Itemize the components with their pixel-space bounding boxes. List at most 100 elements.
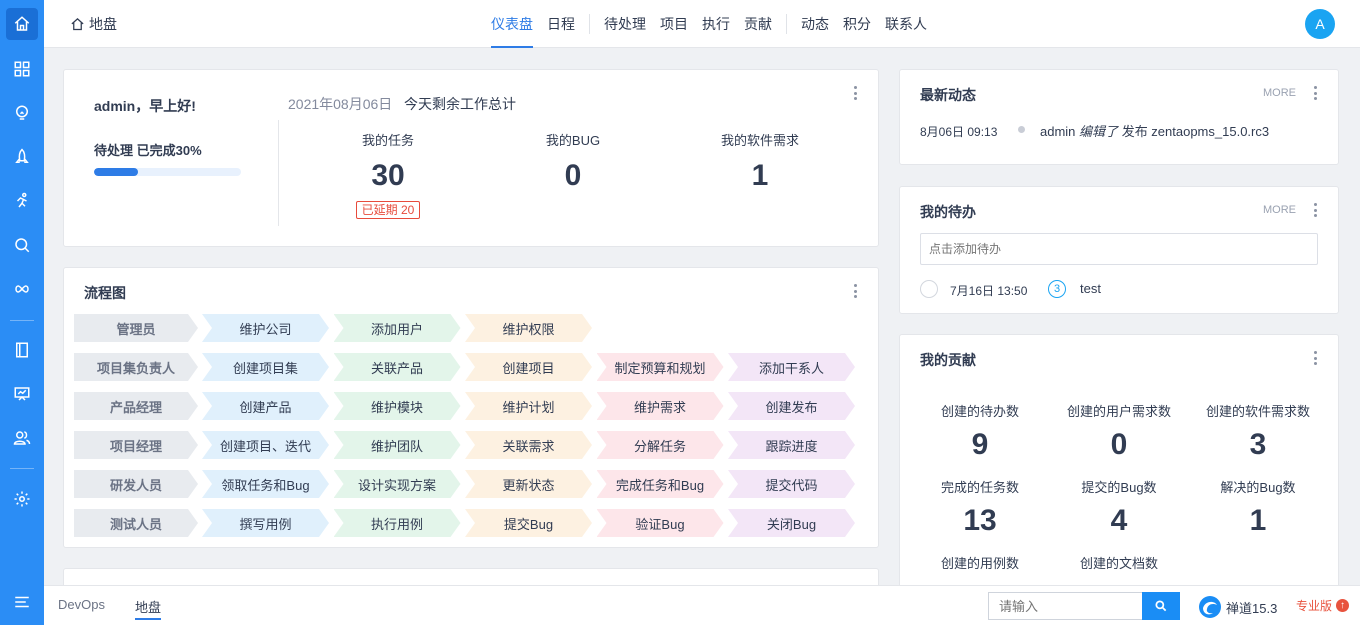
stat-my-stories[interactable]: 我的软件需求 1 — [690, 130, 830, 193]
contrib-docs: 创建的文档数 — [1049, 553, 1189, 572]
todo-panel: 我的待办 MORE 7月16日 13:50 3 test — [899, 186, 1339, 314]
tab-projects[interactable]: 项目 — [653, 0, 695, 48]
timeline-dot — [1018, 126, 1025, 133]
flow-role: 项目集负责人 — [74, 353, 198, 381]
breadcrumb[interactable]: 地盘 — [70, 14, 117, 34]
flow-step[interactable]: 提交Bug — [465, 509, 592, 537]
tab-pending[interactable]: 待处理 — [597, 0, 653, 48]
more-options-icon[interactable] — [853, 86, 857, 100]
add-todo-input[interactable] — [920, 233, 1318, 265]
contrib-label: 完成的任务数 — [940, 480, 1019, 495]
flow-step[interactable]: 创建项目、迭代 — [202, 431, 329, 459]
flow-step[interactable]: 跟踪进度 — [728, 431, 855, 459]
todo-more-link[interactable]: MORE — [1263, 204, 1296, 216]
sidebar-item-programs[interactable] — [0, 55, 44, 83]
sidebar-item-projects[interactable] — [0, 143, 44, 171]
flow-step[interactable]: 关联产品 — [334, 353, 461, 381]
flow-step[interactable]: 创建项目 — [465, 353, 592, 381]
search-button[interactable] — [1142, 592, 1180, 620]
tab-executions[interactable]: 执行 — [695, 0, 737, 48]
tab-score[interactable]: 积分 — [836, 0, 878, 48]
edition-link[interactable]: 专业版 ↑ — [1296, 597, 1350, 614]
flow-step[interactable]: 维护模块 — [334, 392, 461, 420]
flow-step[interactable]: 领取任务和Bug — [202, 470, 329, 498]
news-more-link[interactable]: MORE — [1263, 87, 1296, 99]
flow-step[interactable]: 更新状态 — [465, 470, 592, 498]
flow-step[interactable]: 添加干系人 — [728, 353, 855, 381]
tab-my-dashboard[interactable]: 地盘 — [135, 597, 162, 620]
sidebar-item-devops[interactable] — [0, 275, 44, 303]
flow-step[interactable]: 设计实现方案 — [334, 470, 461, 498]
more-options-icon[interactable] — [1313, 203, 1317, 217]
todo-checkbox[interactable] — [920, 280, 938, 298]
flow-step[interactable]: 添加用户 — [334, 314, 461, 342]
todo-title: 我的待办 — [920, 204, 976, 220]
flow-step[interactable]: 维护需求 — [597, 392, 724, 420]
edition-label: 专业版 — [1296, 599, 1333, 613]
sidebar-item-report[interactable] — [0, 380, 44, 408]
more-options-icon[interactable] — [853, 284, 857, 298]
flow-role: 产品经理 — [74, 392, 198, 420]
contrib-value: 13 — [963, 504, 997, 537]
sidebar-item-qa[interactable] — [0, 231, 44, 259]
contrib-value: 0 — [1110, 428, 1128, 461]
breadcrumb-label: 地盘 — [89, 16, 117, 32]
tab-contribution[interactable]: 贡献 — [737, 0, 779, 48]
contrib-resolved-bugs: 解决的Bug数 1 — [1188, 477, 1328, 538]
stat-label: 我的BUG — [545, 133, 601, 148]
contrib-submitted-bugs: 提交的Bug数 4 — [1049, 477, 1189, 538]
tab-contacts[interactable]: 联系人 — [878, 0, 934, 48]
bottom-bar: DevOps 地盘 禅道15.3 专业版 ↑ — [44, 585, 1360, 625]
news-item[interactable]: admin 编辑了 发布 zentaopms_15.0.rc3 — [1040, 121, 1269, 140]
flow-step[interactable]: 维护公司 — [202, 314, 329, 342]
dashboard-nav: 仪表盘 日程 待处理 项目 执行 贡献 动态 积分 联系人 — [484, 0, 934, 48]
sidebar-collapse-button[interactable] — [0, 588, 44, 616]
upgrade-arrow-icon: ↑ — [1336, 599, 1350, 612]
flow-step[interactable]: 创建发布 — [728, 392, 855, 420]
home-icon — [14, 16, 30, 31]
stat-my-bugs[interactable]: 我的BUG 0 — [503, 130, 643, 193]
zentao-logo-icon — [1199, 596, 1221, 618]
tab-dashboard[interactable]: 仪表盘 — [484, 0, 540, 48]
flow-step[interactable]: 维护权限 — [465, 314, 592, 342]
stat-my-tasks[interactable]: 我的任务 30 已延期 20 — [318, 130, 458, 219]
flow-step[interactable]: 维护计划 — [465, 392, 592, 420]
flowchart-title: 流程图 — [84, 285, 126, 301]
stat-label: 我的软件需求 — [720, 133, 799, 148]
flow-step[interactable]: 验证Bug — [597, 509, 724, 537]
flow-step[interactable]: 创建项目集 — [202, 353, 329, 381]
contrib-finished-tasks: 完成的任务数 13 — [910, 477, 1050, 538]
flow-step[interactable]: 创建产品 — [202, 392, 329, 420]
sidebar-item-products[interactable] — [0, 99, 44, 127]
flow-step[interactable]: 撰写用例 — [202, 509, 329, 537]
contrib-label: 解决的Bug数 — [1220, 480, 1296, 495]
flow-step[interactable]: 关闭Bug — [728, 509, 855, 537]
zentao-version[interactable]: 禅道15.3 — [1198, 595, 1277, 619]
sidebar-item-admin[interactable] — [0, 485, 44, 513]
flow-step[interactable]: 执行用例 — [334, 509, 461, 537]
flow-step[interactable]: 关联需求 — [465, 431, 592, 459]
flow-step[interactable]: 分解任务 — [597, 431, 724, 459]
sidebar-item-docs[interactable] — [0, 336, 44, 364]
more-options-icon[interactable] — [1313, 351, 1317, 365]
flow-step[interactable]: 提交代码 — [728, 470, 855, 498]
more-options-icon[interactable] — [1313, 86, 1317, 100]
flow-role: 测试人员 — [74, 509, 198, 537]
flow-step[interactable]: 完成任务和Bug — [597, 470, 724, 498]
todo-name[interactable]: test — [1080, 281, 1101, 296]
global-search-input[interactable] — [988, 592, 1143, 620]
flow-role: 管理员 — [74, 314, 198, 342]
lightbulb-icon — [16, 105, 28, 120]
flow-step[interactable]: 制定预算和规划 — [597, 353, 724, 381]
tab-devops[interactable]: DevOps — [58, 597, 105, 612]
user-avatar[interactable]: A — [1305, 9, 1335, 39]
sidebar-item-company[interactable] — [0, 424, 44, 452]
tab-calendar[interactable]: 日程 — [540, 0, 582, 48]
nav-divider — [589, 14, 590, 34]
sidebar-item-executions[interactable] — [0, 187, 44, 215]
tab-dynamics[interactable]: 动态 — [794, 0, 836, 48]
home-icon — [71, 17, 84, 30]
flow-step[interactable]: 维护团队 — [334, 431, 461, 459]
sidebar-home-button[interactable] — [6, 8, 38, 40]
search-circle-icon — [15, 238, 30, 253]
